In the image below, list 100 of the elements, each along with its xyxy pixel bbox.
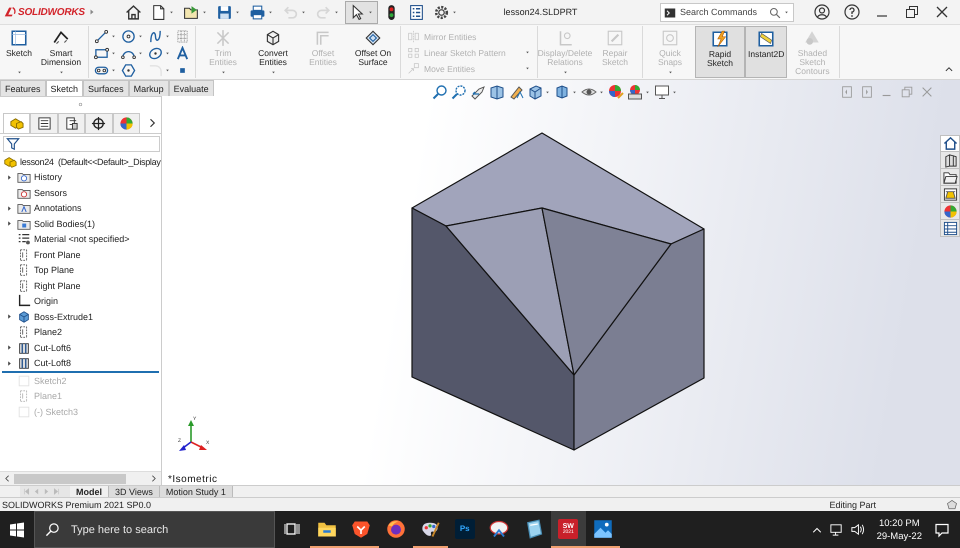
task-view-icon	[284, 520, 300, 536]
task-pane-tab[interactable]	[940, 186, 960, 203]
restore-icon[interactable]	[904, 4, 920, 20]
parts-library-icon	[942, 152, 958, 168]
task-pane-tab[interactable]	[940, 152, 960, 169]
display-style-icon[interactable]	[554, 84, 570, 100]
taskbar-search-field[interactable]: Type here to search	[34, 511, 275, 548]
expand-arrow-icon[interactable]	[6, 220, 12, 228]
taskbar-app-button[interactable]: Ps	[448, 511, 482, 548]
home-icon	[125, 4, 142, 20]
model-tab[interactable]: 3D Views	[109, 486, 160, 497]
scene-icon[interactable]	[627, 84, 643, 100]
panel-tab[interactable]	[85, 113, 113, 133]
command-tab[interactable]: Markup	[128, 80, 169, 96]
sketch-tool-button[interactable]	[175, 46, 190, 60]
shaded-contours-icon	[803, 29, 822, 47]
sketch-tool-button[interactable]	[148, 46, 171, 60]
part-icon[interactable]	[3, 154, 17, 169]
splitter-handle-icon[interactable]	[77, 101, 84, 108]
tree-item[interactable]: Solid Bodies(1)	[0, 216, 98, 232]
expand-arrow-icon[interactable]	[6, 174, 12, 181]
quick-access-button[interactable]	[345, 0, 378, 24]
zoom-to-fit-icon[interactable]	[432, 84, 448, 100]
caret-icon	[110, 32, 117, 40]
caret-icon	[333, 8, 340, 16]
section-view-icon[interactable]	[489, 84, 505, 100]
rapid-sketch-button[interactable]: Rapid Sketch	[695, 26, 745, 78]
caret-icon[interactable]	[671, 88, 678, 96]
horizontal-scrollbar[interactable]	[0, 471, 161, 485]
view-name: *Isometric	[168, 474, 218, 485]
tree-item[interactable]: Plane2	[0, 324, 64, 340]
settings-icon	[433, 4, 450, 20]
photos-icon	[592, 518, 613, 538]
search-icon[interactable]	[769, 6, 781, 18]
material-icon	[17, 232, 31, 246]
caret-icon[interactable]	[644, 88, 651, 96]
help-icon[interactable]	[844, 4, 860, 20]
dimension-button[interactable]: Smart Dimension	[36, 26, 86, 78]
app-logo-text: Ps	[460, 524, 470, 532]
tree-item[interactable]: Right Plane	[0, 278, 83, 294]
tree-item[interactable]: lesson24 (Default<<Default>_Display	[20, 156, 161, 167]
caret-icon[interactable]	[783, 8, 790, 16]
command-tab[interactable]: Surfaces	[83, 80, 129, 96]
command-tab[interactable]: Sketch	[46, 80, 84, 96]
close-icon[interactable]	[934, 4, 950, 20]
sketch-tool-button[interactable]	[94, 46, 117, 60]
offset-surface-button[interactable]: Offset On Surface	[348, 26, 398, 78]
tile-left-icon[interactable]	[840, 85, 854, 99]
caret-icon[interactable]	[544, 88, 551, 96]
expand-arrow-icon[interactable]	[6, 204, 12, 212]
history-folder-icon	[17, 170, 31, 184]
filter-field[interactable]	[3, 136, 160, 152]
expand-arrow-icon[interactable]	[6, 360, 12, 367]
tree-item[interactable]: Front Plane	[0, 247, 83, 262]
model-tab[interactable]: Motion Study 1	[160, 486, 233, 497]
user-icon[interactable]	[814, 4, 830, 20]
tree-item[interactable]: Material <not specified>	[0, 232, 132, 247]
color-ball-icon	[942, 204, 958, 218]
panel-tab[interactable]	[58, 113, 86, 133]
crosshair-icon	[91, 116, 106, 131]
tree-item[interactable]: Top Plane	[0, 262, 76, 278]
command-tab[interactable]: Features	[0, 80, 46, 96]
cube-button[interactable]: Convert Entities	[248, 26, 298, 78]
annotation-view-icon[interactable]	[508, 84, 524, 100]
clock[interactable]: 10:20 PM 29-May-22	[870, 516, 928, 542]
speaker-icon[interactable]	[850, 522, 865, 537]
tree-item[interactable]: Cut-Loft8	[0, 356, 74, 371]
caret-icon[interactable]	[598, 88, 605, 96]
tree-item[interactable]: History	[0, 170, 64, 185]
sketch-tool-button[interactable]	[148, 29, 171, 43]
caret-icon	[524, 49, 531, 56]
scrollbar-thumb[interactable]	[14, 474, 126, 484]
tree-item[interactable]: Boss-Extrude1	[0, 309, 96, 324]
ellipse-icon	[148, 46, 163, 60]
monitor-icon[interactable]	[654, 84, 670, 100]
command-tab[interactable]: Evaluate	[168, 80, 214, 96]
sketch-button[interactable]: Sketch	[2, 26, 36, 78]
sketch-tool-button[interactable]	[94, 29, 117, 43]
search-field[interactable]: Search Commands	[660, 2, 794, 22]
previous-view-icon[interactable]	[470, 84, 486, 100]
notifications-icon[interactable]	[934, 522, 950, 538]
tree-item[interactable]: Sensors	[0, 185, 70, 200]
tile-right-icon[interactable]	[860, 85, 874, 99]
task-pane-tab[interactable]	[940, 135, 960, 152]
zoom-area-icon[interactable]	[451, 84, 467, 100]
sketch-tool-button[interactable]	[121, 29, 144, 43]
task-pane-tab[interactable]	[940, 220, 960, 237]
network-icon[interactable]	[828, 522, 844, 537]
view-orientation-icon[interactable]	[527, 84, 543, 100]
panel-tab[interactable]	[30, 113, 58, 133]
tree-item[interactable]: Origin	[0, 294, 60, 309]
appearance-ball-icon[interactable]	[608, 84, 624, 100]
tree-item[interactable]: Cut-Loft6	[0, 340, 74, 356]
printer-icon	[249, 4, 266, 20]
instant2d-button[interactable]: Instant2D	[745, 26, 788, 78]
caret-icon[interactable]	[571, 88, 578, 96]
expand-arrow-icon[interactable]	[6, 313, 12, 320]
task-pane-tab[interactable]	[940, 169, 960, 186]
expand-arrow-icon[interactable]	[6, 344, 12, 352]
tree-item[interactable]: Annotations	[0, 200, 84, 216]
